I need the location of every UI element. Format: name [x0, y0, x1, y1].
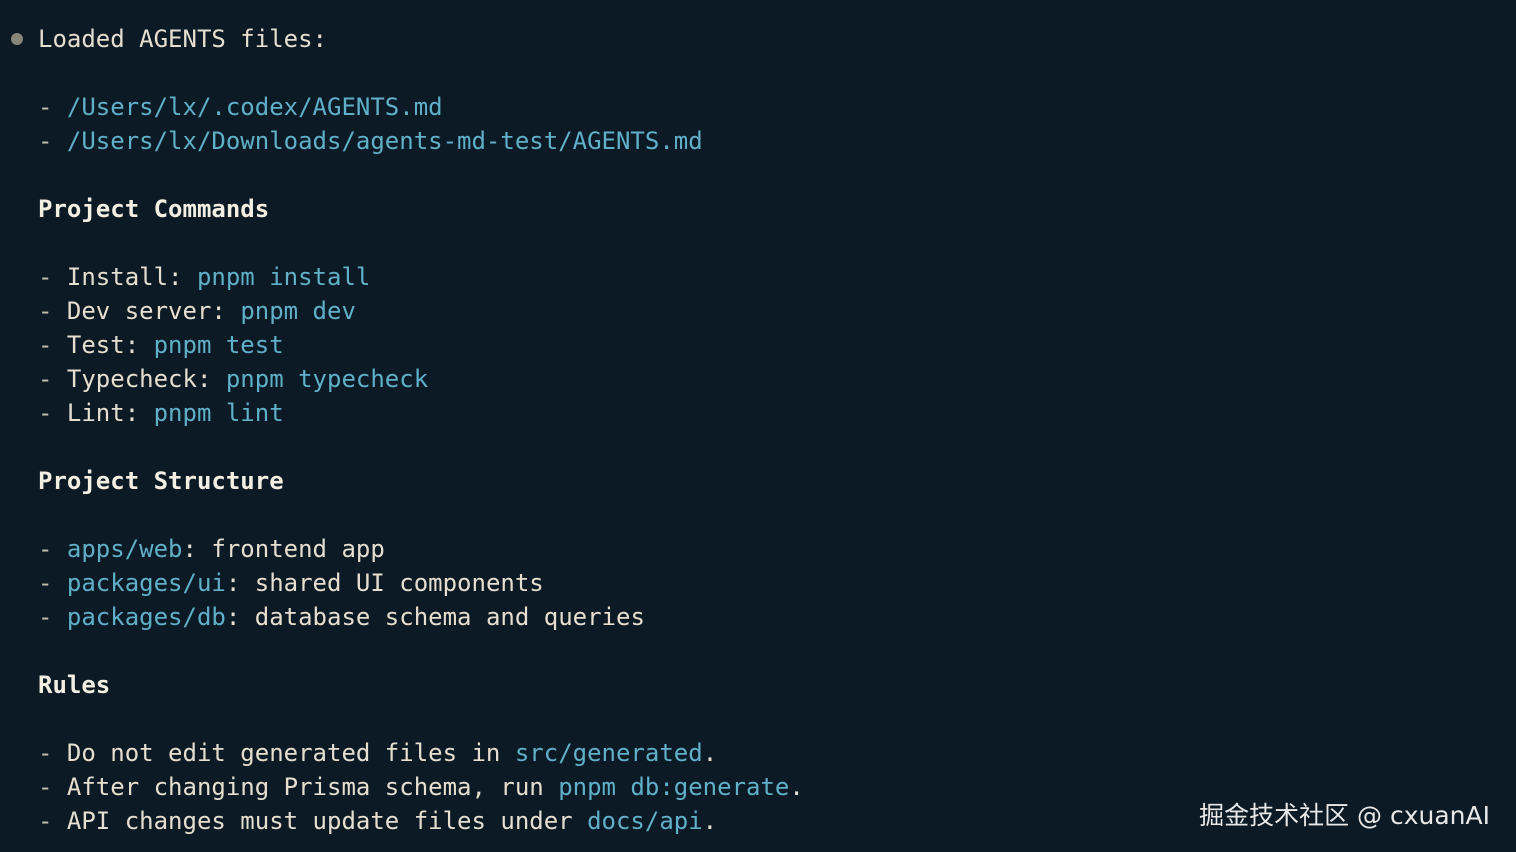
list-item: - packages/ui: shared UI components — [38, 569, 544, 597]
command-text: pnpm install — [196, 263, 371, 291]
command-text: pnpm test — [153, 331, 284, 359]
command-text: pnpm dev — [240, 297, 356, 325]
code-text: src/generated — [514, 739, 703, 767]
section-heading-structure: Project Structure — [38, 467, 284, 495]
watermark: 掘金技术社区 @ cxuanAI — [1199, 801, 1490, 830]
command-text: pnpm lint — [153, 399, 284, 427]
file-path-link[interactable]: /Users/lx/Downloads/agents-md-test/AGENT… — [67, 127, 703, 155]
list-item: - Test: pnpm test — [38, 331, 284, 359]
loaded-files-title: Loaded AGENTS files: — [38, 25, 327, 53]
list-item: - Typecheck: pnpm typecheck — [38, 365, 429, 393]
section-heading-rules: Rules — [38, 671, 111, 699]
list-item: - Install: pnpm install — [38, 263, 371, 291]
directory-path: packages/db — [66, 603, 226, 631]
list-item: - After changing Prisma schema, run pnpm… — [38, 773, 804, 801]
code-text: pnpm db:generate — [558, 773, 790, 801]
status-dot-icon — [11, 33, 23, 45]
list-item: - Dev server: pnpm dev — [38, 297, 356, 325]
command-text: pnpm typecheck — [225, 365, 429, 393]
file-path-link[interactable]: /Users/lx/.codex/AGENTS.md — [67, 93, 443, 121]
section-heading-commands: Project Commands — [38, 195, 270, 223]
list-item: - /Users/lx/.codex/AGENTS.md — [38, 93, 443, 121]
code-text: docs/api — [587, 807, 703, 835]
directory-path: packages/ui — [66, 569, 226, 597]
list-item: - Do not edit generated files in src/gen… — [38, 739, 718, 767]
list-item: - /Users/lx/Downloads/agents-md-test/AGE… — [38, 127, 703, 155]
list-item: - apps/web: frontend app — [38, 535, 385, 563]
list-item: - API changes must update files under do… — [38, 807, 718, 835]
list-item: - packages/db: database schema and queri… — [38, 603, 645, 631]
list-item: - Lint: pnpm lint — [38, 399, 284, 427]
directory-path: apps/web — [66, 535, 183, 563]
